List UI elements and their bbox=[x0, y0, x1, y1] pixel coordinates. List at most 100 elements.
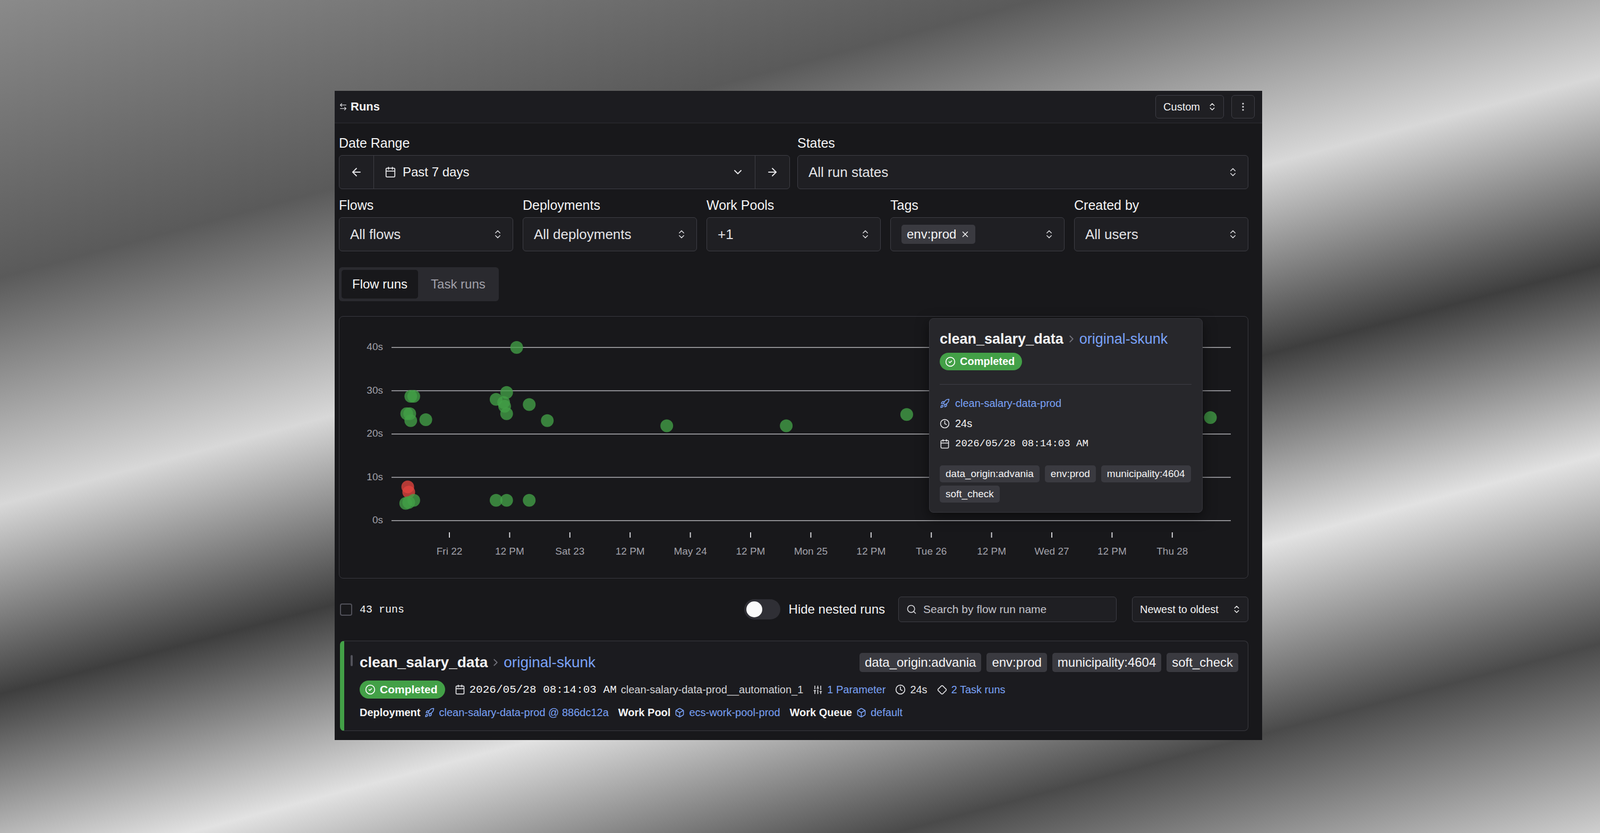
search-box bbox=[898, 596, 1117, 623]
chevrons-up-down-icon bbox=[1227, 228, 1239, 240]
created-by-field: Created byAll users bbox=[1074, 198, 1249, 252]
next-range-button[interactable] bbox=[755, 155, 790, 189]
run-work-queue: Work Queue default bbox=[789, 706, 904, 719]
y-axis-label: 20s bbox=[366, 427, 384, 439]
flow-name[interactable]: clean_salary_data bbox=[359, 653, 488, 672]
date-range-value: Past 7 days bbox=[384, 164, 470, 180]
chart-point[interactable] bbox=[1204, 411, 1217, 424]
y-axis-label: 40s bbox=[366, 341, 384, 353]
chart-point[interactable] bbox=[522, 494, 536, 507]
created-by-select[interactable]: All users bbox=[1074, 217, 1249, 252]
header-actions: Custom bbox=[1155, 95, 1255, 119]
remove-x-icon[interactable] bbox=[960, 229, 970, 240]
run-type-tab[interactable]: Task runs bbox=[420, 269, 497, 299]
x-tick-mark bbox=[569, 532, 571, 538]
task-run-icon bbox=[937, 684, 948, 695]
deployment-link[interactable]: clean-salary-data-prod @ 886dc12a bbox=[438, 706, 609, 719]
x-axis-tick: 12 PM bbox=[495, 532, 525, 557]
panel-title: Runs bbox=[338, 99, 380, 114]
chevron-down-icon bbox=[731, 165, 745, 179]
flows-select[interactable]: All flows bbox=[338, 217, 514, 252]
chart-point[interactable] bbox=[402, 496, 415, 509]
task-runs-link[interactable]: 2 Task runs bbox=[951, 683, 1006, 696]
y-axis-label: 0s bbox=[372, 514, 384, 526]
duration-text: 24s bbox=[955, 417, 973, 430]
panel-title-text: Runs bbox=[350, 99, 380, 114]
tag-chip: municipality:4604 bbox=[1101, 465, 1191, 483]
sort-select[interactable]: Newest to oldest bbox=[1132, 596, 1249, 623]
previous-range-button[interactable] bbox=[339, 155, 374, 189]
chart-point[interactable] bbox=[500, 494, 514, 507]
tag-filter-text: env:prod bbox=[906, 226, 957, 242]
tags-field: Tagsenv:prod bbox=[890, 198, 1065, 252]
chart-point[interactable] bbox=[419, 413, 433, 427]
chart-point[interactable] bbox=[522, 398, 536, 412]
run-parameters: 1 Parameter bbox=[812, 683, 886, 696]
date-range-select[interactable]: Past 7 days bbox=[373, 155, 756, 189]
chart-point[interactable] bbox=[500, 407, 514, 421]
start-time-text: 2026/05/28 08:14:03 AM bbox=[469, 683, 617, 696]
flow-run-card[interactable]: clean_salary_dataoriginal-skunkdata_orig… bbox=[339, 640, 1249, 731]
x-tick-mark bbox=[991, 532, 993, 538]
run-checkbox[interactable] bbox=[350, 654, 353, 667]
x-axis-label: 12 PM bbox=[1097, 545, 1127, 557]
run-type-tab[interactable]: Flow runs bbox=[341, 269, 419, 299]
run-name-link[interactable]: original-skunk bbox=[1079, 330, 1169, 348]
work-pools-field: Work Pools +1 bbox=[706, 198, 881, 252]
x-axis-tick: May 24 bbox=[673, 532, 708, 557]
search-input[interactable] bbox=[922, 602, 1109, 617]
tooltip-state: Completed bbox=[939, 352, 1192, 371]
date-range-field: Date RangePast 7 days bbox=[338, 135, 790, 190]
panel-body: Date RangePast 7 days States All run state… bbox=[334, 123, 1263, 731]
more-menu-button[interactable] bbox=[1231, 95, 1255, 119]
x-axis-tick: 12 PM bbox=[976, 532, 1007, 557]
chart-point[interactable] bbox=[404, 414, 417, 428]
run-name-link[interactable]: original-skunk bbox=[503, 653, 596, 672]
deployment-label: Deployment bbox=[359, 706, 421, 719]
work-pools-value: +1 bbox=[717, 226, 734, 243]
work-pool-link[interactable]: ecs-work-pool-prod bbox=[688, 706, 780, 719]
chart-point[interactable] bbox=[510, 341, 524, 354]
y-axis-label: 10s bbox=[366, 471, 384, 483]
work-queue-icon bbox=[856, 707, 867, 718]
states-field: States All run states bbox=[797, 135, 1249, 190]
x-axis-label: Mon 25 bbox=[794, 545, 828, 557]
states-label: States bbox=[797, 135, 1249, 150]
x-axis-label: 12 PM bbox=[495, 545, 525, 557]
hide-nested-toggle-group: Hide nested runs bbox=[744, 599, 885, 620]
work-queue-label: Work Queue bbox=[789, 706, 853, 719]
x-tick-mark bbox=[1051, 532, 1053, 538]
created-by-value: All users bbox=[1085, 226, 1139, 243]
select-all-checkbox[interactable] bbox=[339, 603, 353, 616]
states-select[interactable]: All run states bbox=[797, 155, 1249, 190]
deployments-value: All deployments bbox=[533, 226, 632, 243]
work-pools-label: Work Pools bbox=[706, 198, 881, 212]
x-axis-tick: 12 PM bbox=[615, 532, 645, 557]
view-select[interactable]: Custom bbox=[1155, 95, 1224, 119]
work-queue-link[interactable]: default bbox=[870, 706, 903, 719]
chart-point[interactable] bbox=[540, 414, 554, 428]
chart-point[interactable] bbox=[779, 419, 793, 433]
run-select bbox=[350, 650, 353, 720]
tooltip-start-time: 2026/05/28 08:14:03 AM bbox=[939, 433, 1192, 454]
chart-point[interactable] bbox=[660, 419, 674, 433]
chart-point[interactable] bbox=[497, 396, 510, 410]
chart-point[interactable] bbox=[407, 389, 421, 403]
deployment-link[interactable]: clean-salary-data-prod bbox=[955, 397, 1062, 410]
chevrons-up-down-icon bbox=[1207, 101, 1217, 112]
y-axis-label: 30s bbox=[366, 384, 384, 396]
sliders-icon bbox=[812, 684, 823, 695]
deployments-select[interactable]: All deployments bbox=[522, 217, 697, 252]
x-axis-label: Sat 23 bbox=[555, 545, 585, 557]
x-axis-tick: 12 PM bbox=[856, 532, 886, 557]
runs-panel: Runs Custom Date RangePast 7 days States All… bbox=[334, 90, 1263, 740]
x-axis-label: 12 PM bbox=[615, 545, 645, 557]
work-pools-select[interactable]: +1 bbox=[706, 217, 881, 252]
chart-point[interactable] bbox=[900, 407, 914, 421]
work-pool-label: Work Pool bbox=[618, 706, 671, 719]
parameters-link[interactable]: 1 Parameter bbox=[827, 683, 886, 696]
hide-nested-switch[interactable] bbox=[744, 599, 781, 620]
deployments-label: Deployments bbox=[522, 198, 697, 212]
tags-select[interactable]: env:prod bbox=[890, 217, 1065, 252]
desktop-background-photo: Runs Custom Date RangePast 7 days States All… bbox=[0, 0, 1600, 833]
